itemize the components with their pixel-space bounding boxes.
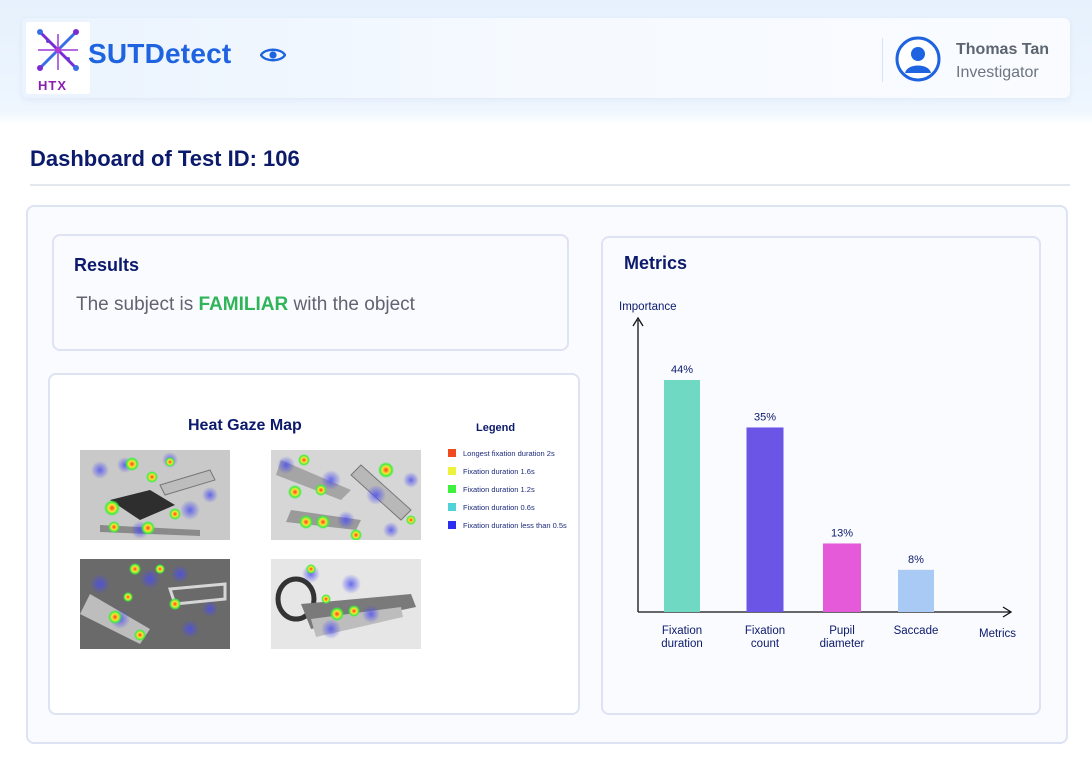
category-tick-label: diameter: [820, 638, 865, 650]
bar: [823, 543, 861, 612]
htx-logo[interactable]: HTX: [26, 22, 90, 94]
category-tick-label: Saccade: [894, 625, 939, 637]
legend-label: Longest fixation duration 2s: [463, 448, 555, 458]
x-axis-label: Metrics: [979, 628, 1016, 640]
category-tick-label: Fixation: [745, 625, 785, 637]
results-text-before: The subject is: [76, 294, 199, 315]
bar: [664, 380, 700, 612]
page-title: Dashboard of Test ID: 106: [30, 146, 300, 171]
bar: [746, 427, 784, 612]
heatmap-image-2: [271, 450, 421, 540]
heatmap-title: Heat Gaze Map: [188, 417, 302, 434]
legend-swatch: [448, 521, 456, 529]
legend-label: Fixation duration 0.6s: [463, 502, 535, 512]
results-text: The subject is FAMILIAR with the object: [76, 294, 415, 316]
heatmap-image-1: [80, 450, 230, 540]
legend-title: Legend: [476, 422, 516, 434]
y-axis-label: Importance: [619, 301, 677, 313]
heat-gaze-map-card: Heat Gaze Map Legend Longest fixation du…: [48, 373, 580, 715]
category-tick-label: duration: [661, 638, 703, 650]
category-tick-label: Pupil: [829, 625, 855, 637]
legend-label: Fixation duration 1.2s: [463, 484, 535, 494]
app-header: HTX SUTDetect Thomas Tan Investigator: [22, 18, 1070, 98]
results-text-after: with the object: [288, 294, 415, 315]
legend-label: Fixation duration less than 0.5s: [463, 520, 567, 530]
results-verdict: FAMILIAR: [198, 294, 289, 315]
legend-item: Fixation duration 1.2s: [448, 483, 535, 495]
results-card: Results The subject is FAMILIAR with the…: [52, 234, 569, 351]
header-divider: [882, 38, 883, 82]
eye-icon: [260, 48, 286, 62]
bar-value-label: 35%: [754, 411, 776, 423]
heatmap-image-3: [80, 559, 230, 649]
category-tick-label: count: [751, 638, 780, 650]
bar-value-label: 13%: [831, 527, 853, 539]
legend-swatch: [448, 503, 456, 511]
molecule-icon: [37, 29, 79, 71]
logo-text: HTX: [38, 78, 67, 93]
bar: [898, 569, 934, 612]
legend-item: Longest fixation duration 2s: [448, 447, 555, 459]
user-avatar-icon[interactable]: [895, 36, 941, 82]
legend-item: Fixation duration 0.6s: [448, 501, 535, 513]
results-title: Results: [74, 255, 140, 275]
user-name: Thomas Tan: [956, 41, 1050, 58]
bar-value-label: 44%: [671, 364, 693, 376]
metrics-card: Metrics Importance Metrics 44% Fixation dura…: [601, 236, 1041, 715]
legend-swatch: [448, 449, 456, 457]
importance-bar-chart: ImportanceMetrics44%Fixationduration35%F…: [619, 301, 1016, 650]
legend-label: Fixation duration 1.6s: [463, 466, 535, 476]
legend-swatch: [448, 485, 456, 493]
heatmap-image-4: [271, 559, 421, 649]
legend-item: Fixation duration less than 0.5s: [448, 519, 567, 531]
legend-swatch: [448, 467, 456, 475]
bar-value-label: 8%: [908, 554, 924, 566]
category-tick-label: Fixation: [662, 625, 702, 637]
user-role: Investigator: [956, 64, 1039, 81]
title-divider: [30, 184, 1070, 186]
app-name: SUTDetect: [88, 38, 232, 69]
legend-item: Fixation duration 1.6s: [448, 465, 535, 477]
